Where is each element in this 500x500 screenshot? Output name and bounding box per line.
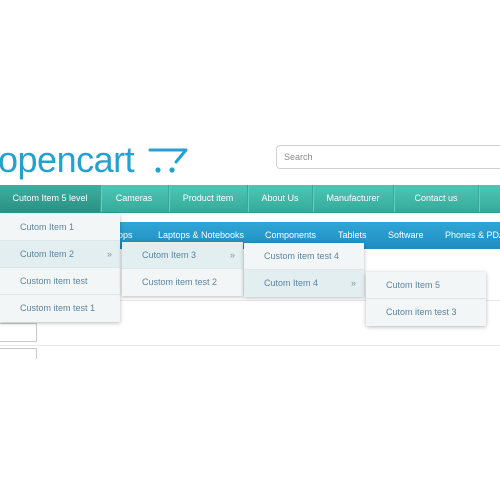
dropdown-item-cutom-item-test-3[interactable]: Cutom item test 3 [366, 299, 486, 326]
dropdown-item-label: Custom item test 2 [142, 277, 218, 287]
dropdown-item-label: Custom item test 4 [264, 251, 340, 261]
opencart-logo[interactable]: opencart [0, 138, 200, 182]
top-menu-item-about-us[interactable]: About Us [248, 185, 313, 212]
dropdown-item-custom-item-test-1[interactable]: Custom item test 1 [0, 295, 120, 322]
dropdown-item-cutom-item-5[interactable]: Cutom Item 5 [366, 272, 486, 299]
cart-icon [148, 148, 188, 173]
dropdown-level-3: Custom item test 4 Cutom Item 4 » [244, 243, 364, 297]
dropdown-item-custom-item-test-4[interactable]: Custom item test 4 [244, 243, 364, 270]
dropdown-item-label: Cutom item test 3 [386, 307, 457, 317]
content-box [0, 323, 37, 342]
content-divider [0, 345, 500, 346]
dropdown-item-custom-item-test[interactable]: Custom item test [0, 268, 120, 295]
dropdown-level-1: Cutom Item 1 Cutom Item 2 » Custom item … [0, 214, 120, 322]
dropdown-item-label: Cutom Item 3 [142, 250, 197, 260]
logo-text: opencart [0, 139, 135, 180]
top-menu-item-contact-us[interactable]: Contact us [394, 185, 479, 212]
dropdown-item-label: Cutom Item 5 [386, 280, 441, 290]
dropdown-item-label: Cutom Item 1 [20, 222, 75, 232]
top-menu-bar: Cutom Item 5 level Cameras Product item … [0, 185, 500, 213]
submenu-arrow-icon: » [350, 278, 356, 288]
top-menu-item-cameras[interactable]: Cameras [100, 185, 169, 212]
dropdown-item-label: Custom item test 1 [20, 303, 96, 313]
category-item-phones-pda[interactable]: Phones & PDA [445, 222, 500, 249]
dropdown-item-cutom-item-3[interactable]: Cutom Item 3 » [122, 242, 243, 269]
dropdown-item-label: Cutom Item 4 [264, 278, 319, 288]
dropdown-item-label: Custom item test [20, 276, 88, 286]
submenu-arrow-icon: » [229, 250, 235, 260]
dropdown-level-4: Cutom Item 5 Cutom item test 3 [366, 272, 486, 326]
dropdown-item-cutom-item-2[interactable]: Cutom Item 2 » [0, 241, 120, 268]
search-input[interactable] [276, 145, 500, 169]
dropdown-item-cutom-item-4[interactable]: Cutom Item 4 » [244, 270, 364, 297]
top-menu-item-product-item[interactable]: Product item [169, 185, 248, 212]
submenu-arrow-icon: » [106, 249, 112, 259]
top-menu-item-cutom-item-5-level[interactable]: Cutom Item 5 level [0, 185, 101, 212]
top-menu-item-manufacturer[interactable]: Manufacturer [313, 185, 394, 212]
dropdown-item-cutom-item-1[interactable]: Cutom Item 1 [0, 214, 120, 241]
dropdown-level-2: Cutom Item 3 » Custom item test 2 [122, 242, 243, 296]
content-box [0, 348, 37, 359]
category-item-software[interactable]: Software [388, 222, 424, 249]
dropdown-item-custom-item-test-2[interactable]: Custom item test 2 [122, 269, 243, 296]
dropdown-item-label: Cutom Item 2 [20, 249, 75, 259]
